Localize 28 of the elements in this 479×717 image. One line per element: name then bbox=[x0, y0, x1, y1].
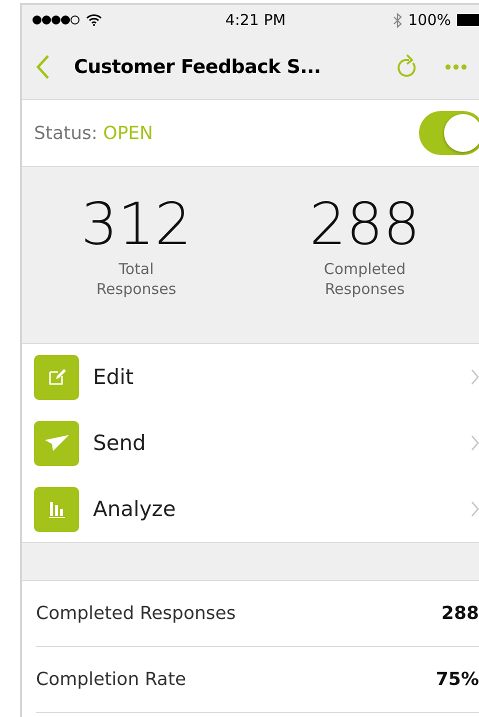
detail-value: 288 bbox=[441, 603, 479, 624]
detail-label: Completed Responses bbox=[36, 603, 237, 624]
back-button[interactable] bbox=[36, 54, 50, 80]
edit-icon bbox=[46, 367, 66, 387]
bar-chart-icon bbox=[46, 499, 66, 519]
stat-value: 288 bbox=[309, 189, 420, 259]
menu-item[interactable]: Edit bbox=[93, 364, 471, 388]
bluetooth-icon bbox=[393, 12, 402, 28]
chevron-icon bbox=[471, 434, 479, 450]
more-button[interactable] bbox=[445, 64, 467, 70]
chevron-icon bbox=[471, 501, 479, 517]
paper-plane-icon bbox=[44, 434, 70, 452]
stat-label: Total Responses bbox=[95, 259, 178, 299]
wifi-icon bbox=[86, 14, 102, 26]
screen-title: Customer Feedback S... bbox=[73, 56, 322, 78]
chevron-icon bbox=[471, 368, 479, 384]
status-toggle[interactable] bbox=[419, 111, 479, 155]
status-text: Status: OPEN bbox=[34, 122, 154, 144]
clock-time: 4:21 PM bbox=[225, 11, 286, 29]
menu-item[interactable]: Analyze bbox=[93, 497, 471, 521]
battery-icon bbox=[457, 14, 479, 26]
stat-label: Completed Responses bbox=[322, 259, 407, 299]
menu-item[interactable]: Send bbox=[93, 430, 471, 454]
detail-label: Completion Rate bbox=[36, 669, 188, 690]
signal-icon bbox=[32, 15, 80, 25]
battery-percentage: 100% bbox=[408, 11, 452, 29]
detail-value: 75% bbox=[436, 669, 479, 690]
stat-value: 312 bbox=[80, 189, 192, 259]
